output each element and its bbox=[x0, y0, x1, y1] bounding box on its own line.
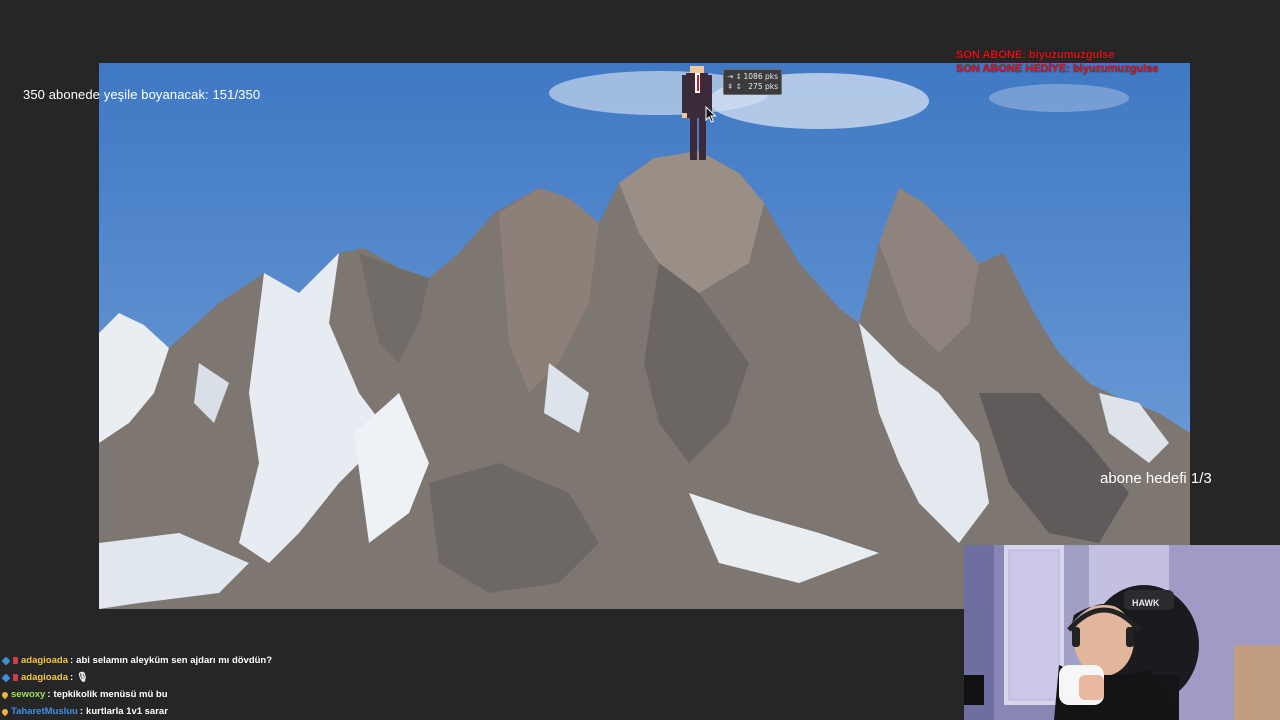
chat-text: abi selamın aleyküm sen ajdarı mı dövdün… bbox=[76, 655, 273, 666]
chat-separator: : bbox=[70, 672, 74, 683]
mouse-cursor-icon bbox=[705, 106, 717, 123]
chat-username: adagioada bbox=[21, 655, 68, 666]
vertical-arrow-icon: ⇞ ↕ bbox=[727, 82, 742, 91]
drop-badge-icon bbox=[0, 707, 10, 716]
measurement-tooltip: ⇥ ↕ 1086 pks ⇞ ↕ 275 pks bbox=[723, 69, 782, 95]
chat-text: 🎙 bbox=[76, 672, 89, 683]
chat-username: TaharetMusluu bbox=[11, 706, 78, 717]
chat-text: kurtlarla 1v1 sarar bbox=[86, 706, 168, 717]
bits-badge-icon bbox=[13, 674, 18, 681]
webcam-feed: HAWK bbox=[964, 545, 1280, 720]
subscriber-goal-text: 350 abonede yeşile boyanacak: 151/350 bbox=[23, 87, 261, 102]
chat-message: adagioada : 🎙 bbox=[1, 669, 602, 686]
horizontal-arrow-icon: ⇥ ↕ bbox=[727, 72, 742, 81]
chat-username: sewoxy bbox=[11, 689, 46, 700]
chat-separator: : bbox=[79, 706, 84, 717]
latest-gift-subscriber-text: SON ABONE HEDİYE: biyuzumuzgulse bbox=[956, 63, 1159, 75]
latest-subscriber-alert: SON ABONE: biyuzumuzgulse SON ABONE HEDİ… bbox=[956, 48, 1159, 76]
bits-badge-icon bbox=[13, 657, 18, 664]
mountain-scene bbox=[99, 63, 1190, 609]
shared-screen-image bbox=[99, 63, 1190, 609]
chat-separator: : bbox=[47, 689, 51, 700]
horizontal-measure: 1086 pks bbox=[743, 72, 778, 81]
subscriber-goal-counter: abone hedefi 1/3 bbox=[1100, 470, 1212, 487]
chat-message: adagioada : abi selamın aleyküm sen ajda… bbox=[1, 652, 602, 669]
chat-username: adagioada bbox=[21, 672, 68, 683]
vertical-measure: 275 pks bbox=[748, 82, 778, 91]
chat-separator: : bbox=[70, 655, 74, 666]
latest-subscriber-text: SON ABONE: biyuzumuzgulse bbox=[956, 49, 1115, 61]
chat-message: sewoxy : tepkikolik menüsü mü bu bbox=[0, 686, 602, 703]
chat-overlay: adagioada : abi selamın aleyküm sen ajda… bbox=[0, 652, 602, 720]
drop-badge-icon bbox=[0, 690, 10, 699]
chat-text: tepkikolik menüsü mü bu bbox=[53, 689, 168, 700]
subscriber-badge-icon bbox=[1, 655, 11, 666]
chat-message: TaharetMusluu : kurtlarla 1v1 sarar bbox=[0, 703, 602, 720]
subscriber-badge-icon bbox=[1, 672, 11, 683]
webcam-image: HAWK bbox=[964, 545, 1280, 720]
svg-text:HAWK: HAWK bbox=[1132, 598, 1160, 608]
